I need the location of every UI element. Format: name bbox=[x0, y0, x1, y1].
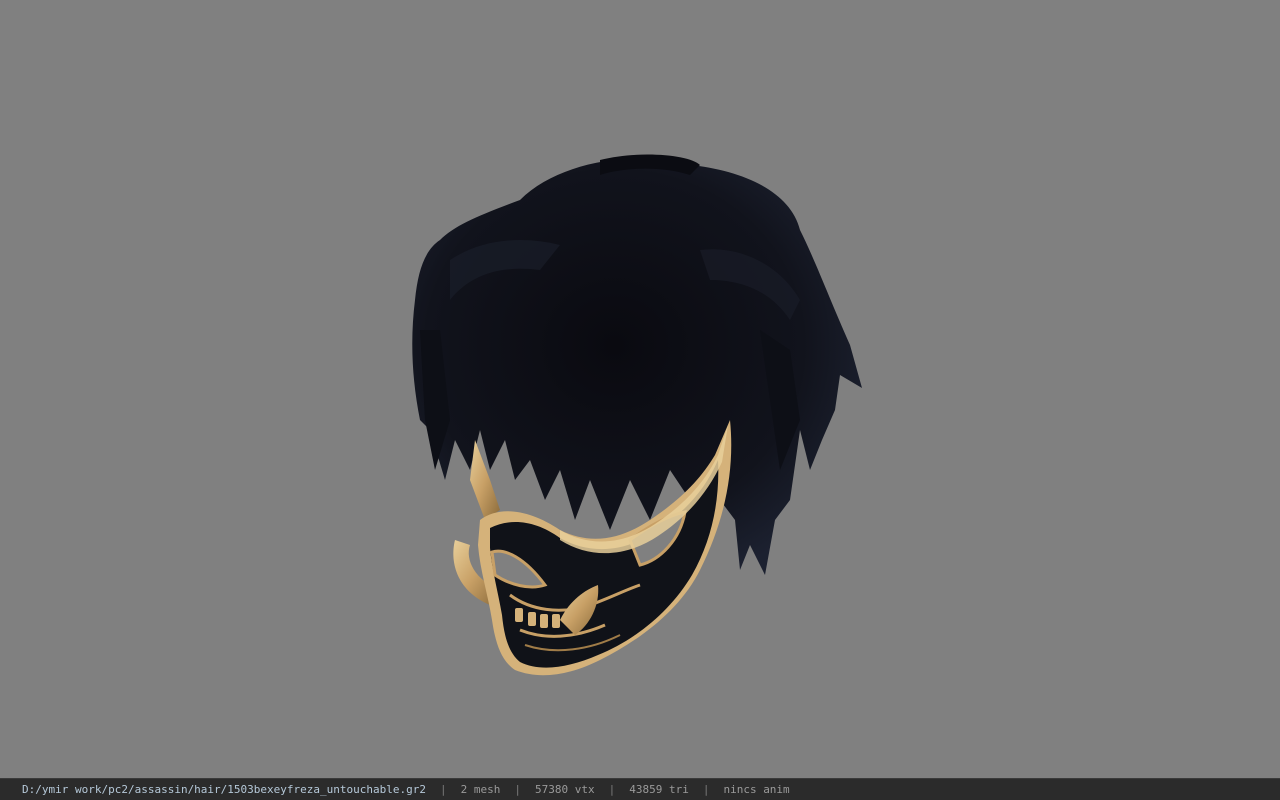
status-separator: | bbox=[439, 783, 447, 796]
status-triangle-count: 43859 tri bbox=[629, 783, 689, 796]
hair-mesh bbox=[412, 154, 862, 575]
status-vertex-count: 57380 vtx bbox=[534, 783, 595, 796]
status-bar: D:/ymir work/pc2/assassin/hair/1503bexey… bbox=[0, 778, 1280, 800]
3d-viewport[interactable] bbox=[0, 0, 1280, 778]
status-anim: nincs anim bbox=[723, 783, 790, 796]
hair-mask-model-icon bbox=[412, 154, 862, 676]
status-separator: | bbox=[702, 783, 710, 796]
status-mesh-count: 2 mesh bbox=[460, 783, 501, 796]
status-separator: | bbox=[608, 783, 616, 796]
status-file-path: D:/ymir work/pc2/assassin/hair/1503bexey… bbox=[22, 783, 426, 796]
status-separator: | bbox=[514, 783, 521, 796]
